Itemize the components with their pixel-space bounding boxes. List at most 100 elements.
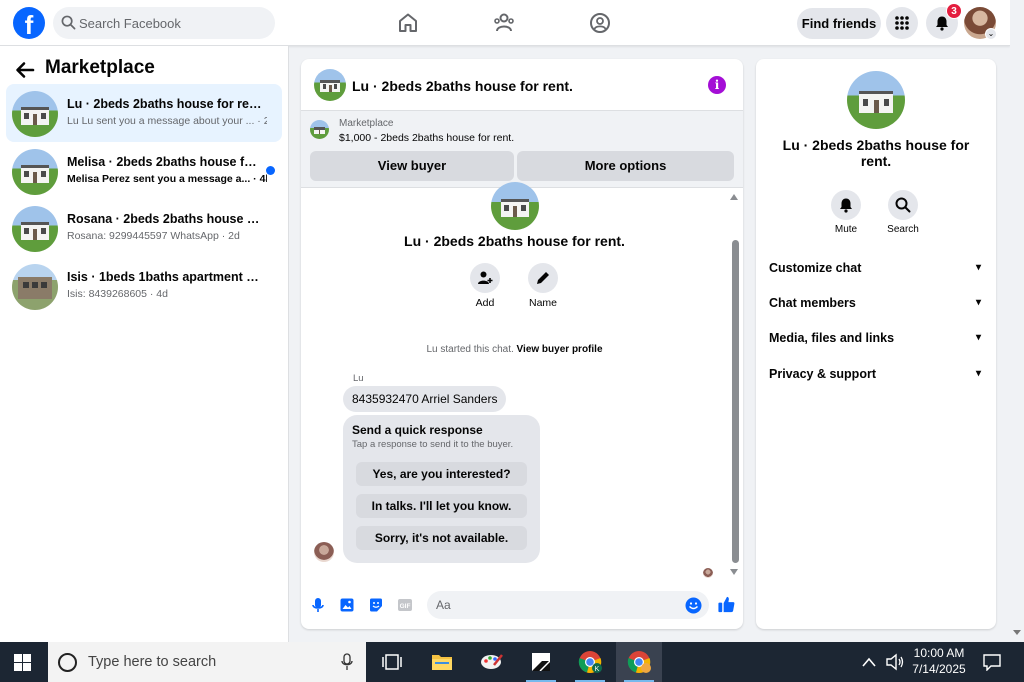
search-icon bbox=[895, 197, 911, 213]
view-buyer-profile-link[interactable]: View buyer profile bbox=[517, 344, 603, 355]
unread-dot bbox=[266, 166, 275, 175]
search-icon bbox=[61, 15, 76, 30]
listing-thumbnail-small bbox=[310, 120, 329, 139]
listing-summary-bar: Marketplace $1,000 - 2beds 2baths house … bbox=[301, 111, 743, 188]
quick-response-subtitle: Tap a response to send it to the buyer. bbox=[352, 439, 514, 450]
paint-app[interactable] bbox=[469, 642, 515, 682]
sticky-notes-app[interactable] bbox=[518, 642, 564, 682]
task-view-icon bbox=[382, 654, 402, 670]
thumbs-up-icon[interactable] bbox=[717, 595, 736, 614]
message-thread: Lu · 2beds 2baths house for rent. Add Na… bbox=[301, 182, 743, 581]
friends-icon[interactable] bbox=[492, 11, 516, 35]
chrome-profile-k-app[interactable]: K bbox=[567, 642, 613, 682]
chevron-down-icon[interactable]: ⌄ bbox=[985, 28, 997, 40]
groups-icon[interactable] bbox=[588, 11, 612, 35]
system-clock[interactable]: 10:00 AM 7/14/2025 bbox=[906, 645, 972, 677]
task-view-button[interactable] bbox=[369, 642, 415, 682]
chat-title: Lu · 2beds 2baths house for rent. bbox=[352, 78, 573, 94]
search-facebook-box[interactable] bbox=[53, 7, 275, 39]
chat-members-row[interactable]: Chat members ▾ bbox=[769, 292, 983, 314]
message-bubble[interactable]: 8435932470 Arriel Sanders bbox=[343, 386, 507, 412]
listing-source-label: Marketplace bbox=[339, 118, 394, 129]
add-action[interactable]: Add bbox=[455, 263, 515, 309]
sidebar-title: Marketplace bbox=[45, 57, 155, 78]
section-label: Media, files and links bbox=[769, 331, 895, 345]
add-person-icon bbox=[478, 271, 493, 284]
chrome-active-app[interactable] bbox=[616, 642, 662, 682]
scrollbar-thumb[interactable] bbox=[732, 240, 739, 563]
pencil-icon bbox=[537, 272, 549, 284]
conversation-preview: Melisa Perez sent you a message a... · 4… bbox=[67, 173, 267, 185]
search-label: Search bbox=[887, 224, 919, 235]
media-files-links-row[interactable]: Media, files and links ▾ bbox=[769, 327, 983, 349]
listing-thumbnail bbox=[12, 264, 58, 310]
seen-avatar bbox=[703, 568, 713, 578]
back-arrow-icon[interactable] bbox=[14, 59, 36, 81]
scroll-up-arrow-icon[interactable] bbox=[730, 194, 738, 200]
conversation-title: Isis · 1beds 1baths apartment for r... bbox=[67, 270, 262, 284]
gif-icon[interactable]: GIF bbox=[397, 597, 413, 613]
conversation-item[interactable]: Rosana · 2beds 2baths house for r... Ros… bbox=[6, 199, 282, 257]
home-icon[interactable] bbox=[396, 11, 420, 35]
volume-icon[interactable] bbox=[885, 653, 905, 671]
microphone-icon[interactable] bbox=[310, 597, 326, 613]
conversation-item[interactable]: Lu · 2beds 2baths house for rent. Lu Lu … bbox=[6, 84, 282, 142]
chat-panel: Lu · 2beds 2baths house for rent. i Mark… bbox=[301, 59, 743, 629]
conversation-item[interactable]: Melisa · 2beds 2baths house for ... Meli… bbox=[6, 142, 282, 200]
thread-title: Lu · 2beds 2baths house for rent. bbox=[404, 233, 625, 249]
view-buyer-button[interactable]: View buyer bbox=[310, 151, 514, 181]
sender-name: Lu bbox=[353, 373, 364, 384]
microphone-icon[interactable] bbox=[341, 653, 353, 671]
message-composer: GIF bbox=[301, 589, 743, 623]
customize-chat-row[interactable]: Customize chat ▾ bbox=[769, 257, 983, 279]
conversation-item[interactable]: Isis · 1beds 1baths apartment for r... I… bbox=[6, 257, 282, 315]
emoji-icon[interactable] bbox=[685, 597, 702, 614]
page-scrollbar[interactable] bbox=[1010, 0, 1024, 642]
windows-taskbar: K 10:00 AM 7/14/2025 bbox=[0, 642, 1024, 682]
file-explorer-app[interactable] bbox=[419, 642, 465, 682]
scroll-down-arrow-icon[interactable] bbox=[730, 569, 738, 575]
info-icon[interactable]: i bbox=[708, 76, 726, 94]
listing-thumbnail bbox=[12, 206, 58, 252]
listing-thumbnail bbox=[12, 91, 58, 137]
listing-thumbnail-large bbox=[491, 182, 539, 230]
message-input[interactable] bbox=[436, 591, 676, 619]
notes-icon bbox=[532, 653, 550, 671]
photo-icon[interactable] bbox=[339, 597, 355, 613]
cortana-icon bbox=[58, 653, 77, 672]
sticker-icon[interactable] bbox=[368, 597, 384, 613]
taskbar-search-box[interactable] bbox=[48, 642, 366, 682]
quick-reply-button[interactable]: Yes, are you interested? bbox=[356, 462, 527, 486]
scroll-down-arrow-icon[interactable] bbox=[1013, 630, 1021, 635]
quick-reply-button[interactable]: Sorry, it's not available. bbox=[356, 526, 527, 550]
windows-start-icon[interactable] bbox=[14, 654, 31, 671]
taskbar-search-input[interactable] bbox=[88, 642, 318, 682]
mute-action[interactable]: Mute bbox=[821, 190, 871, 235]
top-navigation-bar: f Find friends 3 ⌄ bbox=[0, 0, 1010, 46]
conversation-preview: Isis: 8439268605 · 4d bbox=[67, 288, 168, 300]
quick-reply-button[interactable]: In talks. I'll let you know. bbox=[356, 494, 527, 518]
name-action[interactable]: Name bbox=[513, 263, 573, 309]
section-label: Privacy & support bbox=[769, 367, 876, 381]
find-friends-button[interactable]: Find friends bbox=[797, 8, 881, 39]
bell-icon bbox=[840, 198, 852, 213]
paint-palette-icon bbox=[481, 654, 503, 669]
listing-thumbnail bbox=[12, 149, 58, 195]
search-facebook-input[interactable] bbox=[79, 7, 269, 39]
more-options-button[interactable]: More options bbox=[517, 151, 734, 181]
show-hidden-icons-icon[interactable] bbox=[862, 656, 876, 668]
chrome-icon bbox=[627, 651, 651, 673]
quick-response-card: Send a quick response Tap a response to … bbox=[343, 415, 540, 563]
search-action[interactable]: Search bbox=[878, 190, 928, 235]
clock-date: 7/14/2025 bbox=[912, 662, 966, 676]
notification-center-icon[interactable] bbox=[982, 653, 1002, 671]
conversation-details-panel: Lu · 2beds 2baths house for rent. Mute S… bbox=[756, 59, 996, 629]
listing-thumbnail-large bbox=[847, 71, 905, 129]
listing-thumbnail[interactable] bbox=[314, 69, 346, 101]
privacy-support-row[interactable]: Privacy & support ▾ bbox=[769, 363, 983, 385]
mute-label: Mute bbox=[834, 224, 858, 235]
message-input-box[interactable] bbox=[427, 591, 709, 619]
facebook-logo[interactable]: f bbox=[13, 7, 45, 39]
menu-button[interactable] bbox=[886, 7, 918, 39]
chevron-down-icon: ▾ bbox=[975, 297, 981, 308]
